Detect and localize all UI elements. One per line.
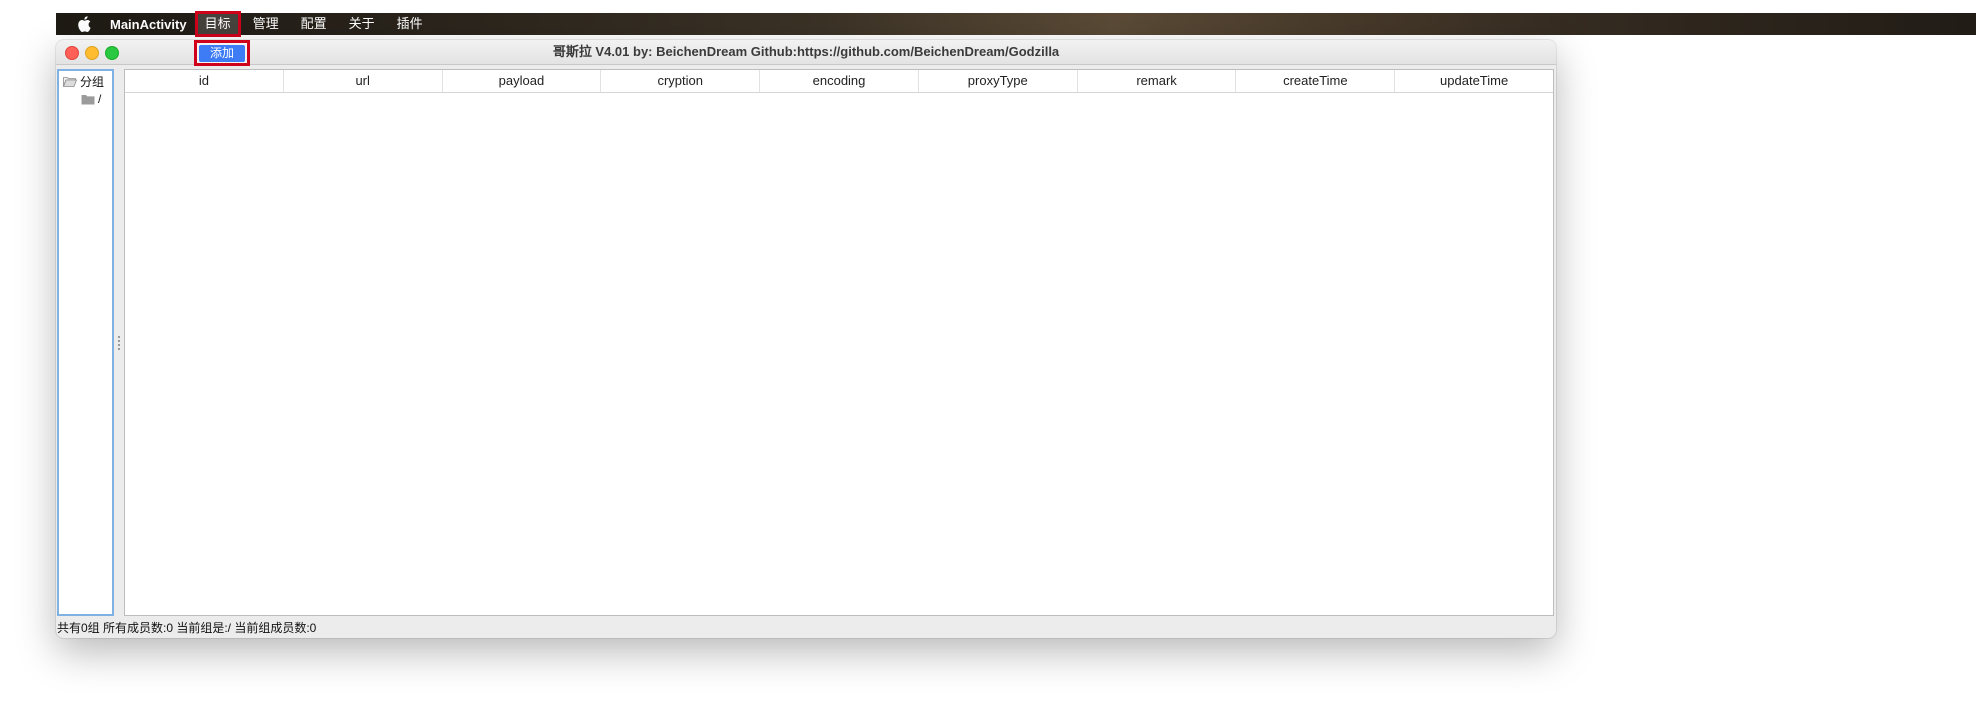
title-bar[interactable]: 哥斯拉 V4.01 by: BeichenDream Github:https:… — [56, 40, 1556, 65]
menu-plugins[interactable]: 插件 — [389, 13, 431, 35]
column-header-payload[interactable]: payload — [443, 70, 602, 92]
column-header-updatetime[interactable]: updateTime — [1395, 70, 1553, 92]
tree-root-label: 分组 — [80, 74, 105, 89]
menu-manage[interactable]: 管理 — [245, 13, 287, 35]
folder-icon — [81, 94, 95, 104]
column-header-id[interactable]: id — [125, 70, 284, 92]
group-tree[interactable]: 分组 / — [57, 69, 114, 616]
menu-target[interactable]: 目标 — [194, 11, 241, 37]
open-folder-icon — [63, 76, 77, 87]
menubar: MainActivity 目标 管理 配置 关于 插件 — [56, 11, 1976, 37]
window-title: 哥斯拉 V4.01 by: BeichenDream Github:https:… — [552, 44, 1060, 59]
app-name-menu[interactable]: MainActivity — [106, 17, 191, 32]
shell-table[interactable]: id url payload cryption encoding proxyTy… — [124, 69, 1554, 616]
column-header-cryption[interactable]: cryption — [601, 70, 761, 92]
tree-child-label: / — [98, 92, 102, 106]
column-header-createtime[interactable]: createTime — [1236, 70, 1396, 92]
tree-node-root[interactable]: 分组 — [59, 72, 112, 90]
column-header-remark[interactable]: remark — [1078, 70, 1237, 92]
main-window: 哥斯拉 V4.01 by: BeichenDream Github:https:… — [56, 40, 1556, 638]
menu-about[interactable]: 关于 — [341, 13, 383, 35]
menu-item-add[interactable]: 添加 — [199, 44, 245, 62]
apple-icon[interactable] — [74, 14, 94, 34]
table-header: id url payload cryption encoding proxyTy… — [125, 70, 1553, 93]
column-header-encoding[interactable]: encoding — [760, 70, 919, 92]
column-header-url[interactable]: url — [284, 70, 443, 92]
tree-node-slash[interactable]: / — [59, 90, 112, 108]
menu-config[interactable]: 配置 — [293, 13, 335, 35]
panel-splitter[interactable] — [116, 69, 122, 616]
status-bar: 共有0组 所有成员数:0 当前组是:/ 当前组成员数:0 — [57, 621, 317, 635]
splitter-grip-icon — [118, 335, 120, 350]
target-dropdown-menu: 添加 — [194, 40, 250, 66]
column-header-proxytype[interactable]: proxyType — [919, 70, 1078, 92]
